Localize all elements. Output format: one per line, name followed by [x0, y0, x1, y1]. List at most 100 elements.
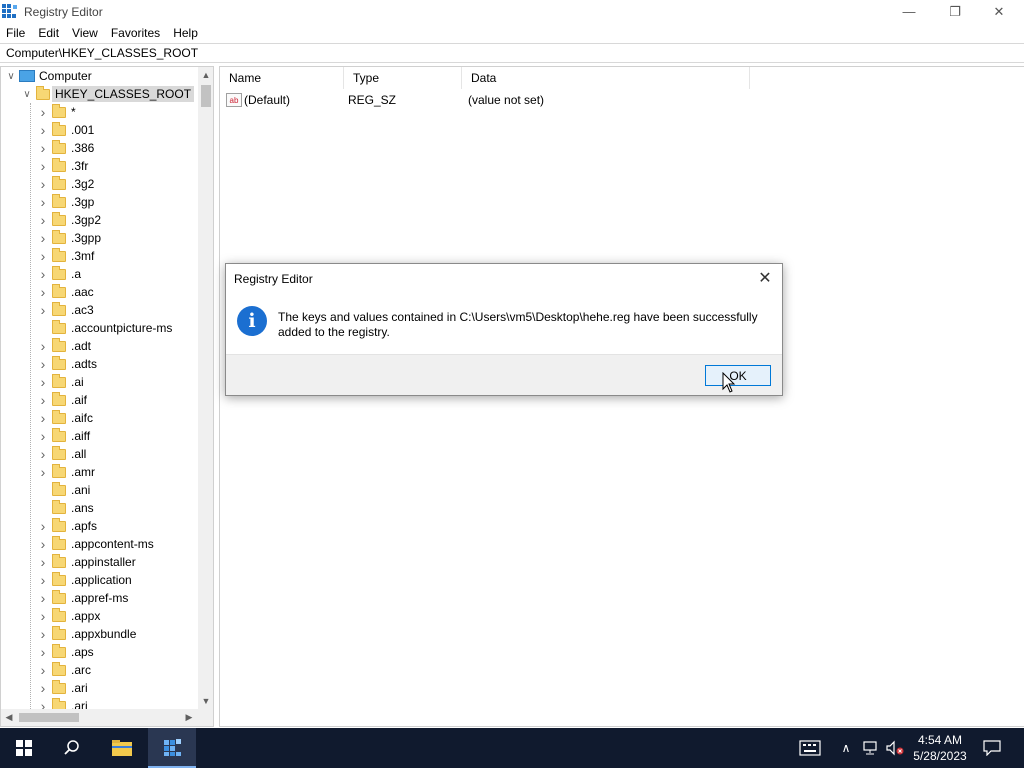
chevron-right-icon[interactable]: ›: [37, 607, 49, 625]
scroll-left-icon[interactable]: ◀: [1, 709, 17, 726]
chevron-right-icon[interactable]: ›: [37, 463, 49, 481]
tree-item-key[interactable]: › .3fr: [37, 157, 88, 175]
tree-item-key[interactable]: › .aifc: [37, 409, 93, 427]
network-tray-button[interactable]: [860, 728, 882, 768]
chevron-right-icon[interactable]: ›: [37, 229, 49, 247]
values-list-pane[interactable]: Name Type Data ab (Default) REG_SZ (valu…: [219, 66, 1024, 727]
tree-item-computer[interactable]: ∨ Computer: [5, 67, 91, 85]
tree-horizontal-scrollbar[interactable]: ◀ ▶: [1, 709, 198, 726]
tree-item-key[interactable]: › .appinstaller: [37, 553, 136, 571]
menu-file[interactable]: File: [0, 26, 31, 40]
tree-item-key[interactable]: › .ai: [37, 373, 84, 391]
chevron-right-icon[interactable]: ›: [37, 571, 49, 589]
tree-item-key[interactable]: › .arj: [37, 697, 88, 709]
registry-editor-taskbar-button[interactable]: [148, 728, 196, 768]
chevron-down-icon[interactable]: ∨: [5, 67, 17, 85]
chevron-right-icon[interactable]: ›: [37, 211, 49, 229]
chevron-down-icon[interactable]: ∨: [21, 85, 33, 103]
tree-item-key[interactable]: › .aiff: [37, 427, 90, 445]
maximize-button[interactable]: ❐: [932, 0, 978, 23]
tree-item-key[interactable]: › .3gpp: [37, 229, 101, 247]
chevron-right-icon[interactable]: ›: [37, 247, 49, 265]
show-hidden-icons-button[interactable]: ∧: [838, 728, 854, 768]
chevron-right-icon[interactable]: ›: [37, 121, 49, 139]
tree-item-key[interactable]: › .386: [37, 139, 94, 157]
column-header-data[interactable]: Data: [462, 67, 750, 89]
menu-edit[interactable]: Edit: [32, 26, 65, 40]
tree-item-key[interactable]: › .aac: [37, 283, 94, 301]
tree-item-key[interactable]: › *: [37, 103, 76, 121]
chevron-right-icon[interactable]: ›: [37, 391, 49, 409]
tree-item-key[interactable]: .ans: [37, 499, 94, 517]
action-center-button[interactable]: [972, 728, 1012, 768]
tree-item-key[interactable]: › .application: [37, 571, 132, 589]
chevron-right-icon[interactable]: ›: [37, 175, 49, 193]
chevron-right-icon[interactable]: ›: [37, 427, 49, 445]
minimize-button[interactable]: —: [886, 0, 932, 23]
chevron-right-icon[interactable]: ›: [37, 409, 49, 427]
tree-item-key[interactable]: › .ac3: [37, 301, 94, 319]
search-button[interactable]: [48, 728, 96, 768]
column-header-name[interactable]: Name: [220, 67, 344, 89]
tree-item-key[interactable]: › .appxbundle: [37, 625, 136, 643]
chevron-right-icon[interactable]: ›: [37, 589, 49, 607]
start-button[interactable]: [0, 728, 48, 768]
menu-view[interactable]: View: [66, 26, 104, 40]
keyboard-layout-button[interactable]: [792, 728, 828, 768]
column-header-type[interactable]: Type: [344, 67, 462, 89]
tree-item-key[interactable]: › .all: [37, 445, 86, 463]
chevron-right-icon[interactable]: ›: [37, 355, 49, 373]
chevron-right-icon[interactable]: ›: [37, 697, 49, 709]
address-bar[interactable]: Computer\HKEY_CLASSES_ROOT: [0, 43, 1024, 63]
tree-item-key[interactable]: › .adts: [37, 355, 97, 373]
close-button[interactable]: ✕: [976, 0, 1022, 23]
file-explorer-taskbar-button[interactable]: [98, 728, 146, 768]
menu-favorites[interactable]: Favorites: [105, 26, 166, 40]
tree-item-key[interactable]: › .adt: [37, 337, 91, 355]
tree-item-key[interactable]: › .appx: [37, 607, 100, 625]
chevron-right-icon[interactable]: ›: [37, 373, 49, 391]
chevron-right-icon[interactable]: ›: [37, 535, 49, 553]
scroll-right-icon[interactable]: ▶: [181, 709, 197, 726]
tree-item-key[interactable]: › .aps: [37, 643, 94, 661]
chevron-right-icon[interactable]: ›: [37, 139, 49, 157]
value-row[interactable]: ab (Default) REG_SZ (value not set): [220, 91, 1024, 109]
tree-item-key[interactable]: › .3gp2: [37, 211, 101, 229]
tree-vertical-scrollbar[interactable]: ▲ ▼: [198, 67, 213, 709]
tree-item-key[interactable]: › .appref-ms: [37, 589, 128, 607]
tree-item-key[interactable]: › .3gp: [37, 193, 94, 211]
chevron-right-icon[interactable]: ›: [37, 301, 49, 319]
tree-item-key[interactable]: › .appcontent-ms: [37, 535, 154, 553]
key-tree-pane[interactable]: ∨ Computer ∨ HKEY_CLASSES_ROOT › * › .001 ›.…: [0, 66, 214, 727]
tree-item-key[interactable]: .ani: [37, 481, 90, 499]
chevron-right-icon[interactable]: ›: [37, 157, 49, 175]
chevron-right-icon[interactable]: ›: [37, 661, 49, 679]
scroll-down-icon[interactable]: ▼: [198, 693, 213, 709]
chevron-right-icon[interactable]: ›: [37, 625, 49, 643]
tree-item-key[interactable]: › .ari: [37, 679, 88, 697]
chevron-right-icon[interactable]: ›: [37, 445, 49, 463]
tree-item-key[interactable]: › .a: [37, 265, 81, 283]
tree-item-key[interactable]: › .3mf: [37, 247, 94, 265]
chevron-right-icon[interactable]: ›: [37, 553, 49, 571]
chevron-right-icon[interactable]: ›: [37, 679, 49, 697]
scroll-up-icon[interactable]: ▲: [198, 67, 213, 83]
menu-help[interactable]: Help: [167, 26, 204, 40]
chevron-right-icon[interactable]: ›: [37, 193, 49, 211]
chevron-right-icon[interactable]: ›: [37, 643, 49, 661]
tree-item-key[interactable]: .accountpicture-ms: [37, 319, 172, 337]
chevron-right-icon[interactable]: ›: [37, 283, 49, 301]
tree-item-key[interactable]: › .001: [37, 121, 94, 139]
chevron-right-icon[interactable]: ›: [37, 337, 49, 355]
tree-item-key[interactable]: › .arc: [37, 661, 91, 679]
chevron-right-icon[interactable]: ›: [37, 517, 49, 535]
ok-button[interactable]: OK: [705, 365, 771, 386]
tree-item-key[interactable]: › .amr: [37, 463, 95, 481]
taskbar-clock[interactable]: 4:54 AM 5/28/2023: [900, 732, 980, 764]
tree-item-key[interactable]: › .apfs: [37, 517, 97, 535]
chevron-right-icon[interactable]: ›: [37, 103, 49, 121]
tree-item-key[interactable]: › .3g2: [37, 175, 94, 193]
tree-item-key[interactable]: › .aif: [37, 391, 87, 409]
dialog-close-button[interactable]: ✕: [756, 268, 774, 288]
chevron-right-icon[interactable]: ›: [37, 265, 49, 283]
